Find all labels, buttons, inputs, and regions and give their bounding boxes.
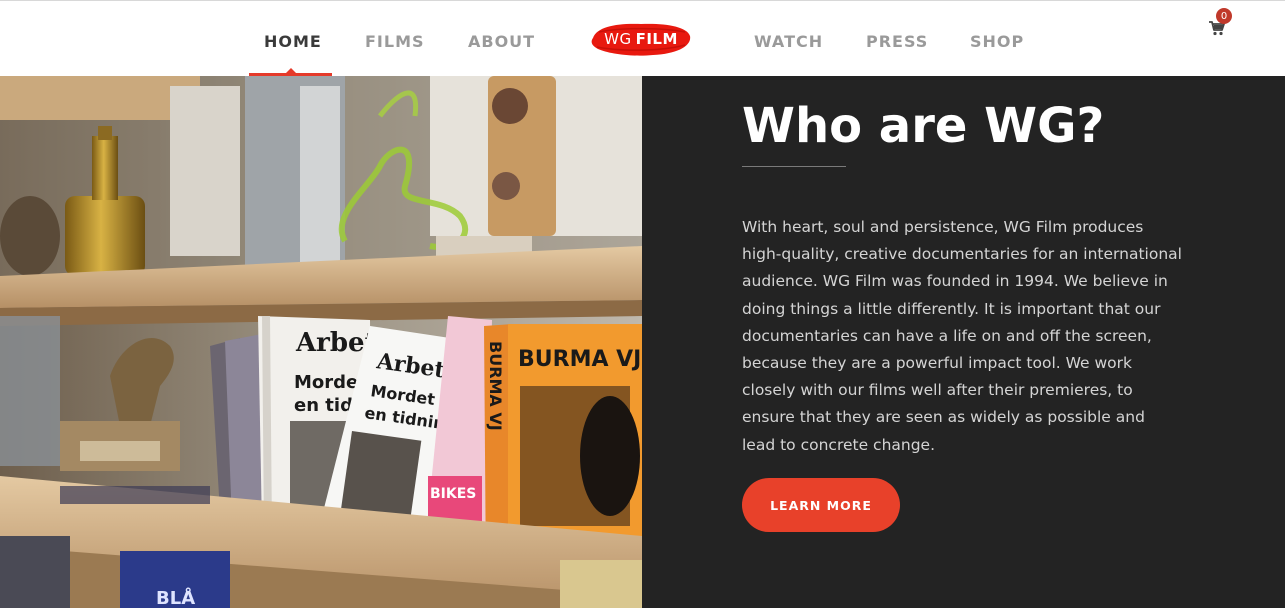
dvd-subtitle-mordet-1: Morde [294, 372, 358, 393]
cart-count-badge: 0 [1216, 8, 1232, 24]
bookshelf-illustration: Arbete Morde en tid Arbete Mordet p en t… [0, 76, 642, 608]
dvd-title-bikes: BIKES [430, 486, 476, 502]
wg-film-logo[interactable]: WG FILM [589, 20, 693, 58]
about-description: With heart, soul and persistence, WG Fil… [742, 218, 1182, 454]
logo-film: FILM [635, 30, 678, 48]
logo-wg: WG [604, 30, 632, 48]
dvd-title-burma-vj: BURMA VJ [518, 347, 641, 372]
nav-watch[interactable]: WATCH [754, 32, 823, 52]
dvd-subtitle-tidning-1: en tid [294, 395, 353, 416]
logo-wordmark: WG FILM [589, 20, 693, 58]
section-title: Who are WG? [742, 98, 1105, 154]
hero-photo-bookshelf: Arbete Morde en tid Arbete Mordet p en t… [0, 76, 642, 608]
nav-about[interactable]: ABOUT [468, 32, 535, 52]
title-divider [742, 166, 846, 167]
learn-more-button[interactable]: LEARN MORE [742, 478, 900, 532]
nav-shop[interactable]: SHOP [970, 32, 1024, 52]
nav-press[interactable]: PRESS [866, 32, 928, 52]
nav-films[interactable]: FILMS [365, 32, 425, 52]
nav-home[interactable]: HOME [264, 32, 322, 52]
dvd-spine-burma-vj: BURMA VJ [486, 341, 505, 431]
dvd-title-bla: BLÅ [156, 586, 195, 608]
site-header: HOME FILMS ABOUT WG FILM WATCH PRESS SHO… [0, 0, 1285, 77]
